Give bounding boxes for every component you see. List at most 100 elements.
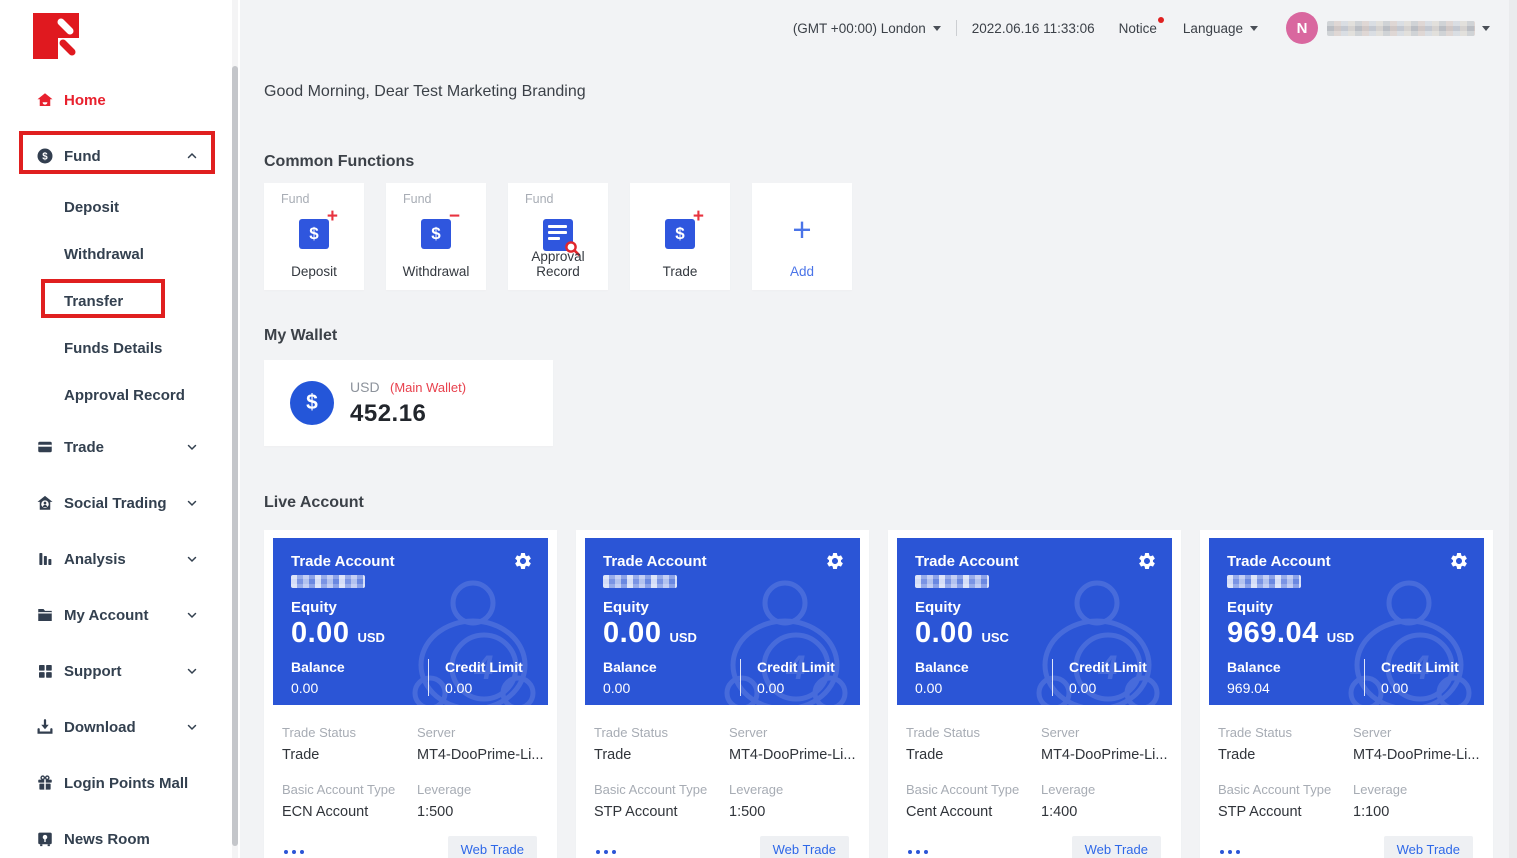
- timezone-selector[interactable]: (GMT +00:00) London: [793, 21, 941, 36]
- function-card-add[interactable]: + Add: [752, 183, 852, 290]
- page-scrollbar[interactable]: [1509, 0, 1517, 858]
- account-card: Trade Account Equity 0.00USC Balance0.00…: [888, 530, 1181, 858]
- equity-currency: USC: [981, 630, 1008, 645]
- credit-limit-label: Credit Limit: [1381, 659, 1459, 675]
- credit-limit-label: Credit Limit: [757, 659, 835, 675]
- account-type-value: ECN Account: [282, 804, 417, 820]
- language-selector[interactable]: Language: [1183, 21, 1258, 36]
- notice-button[interactable]: Notice: [1119, 21, 1157, 36]
- withdrawal-icon: $−: [421, 219, 451, 249]
- function-card-deposit[interactable]: Fund $+ Deposit: [264, 183, 364, 290]
- server-label: Server: [417, 725, 557, 740]
- sidebar-item-fund[interactable]: $ Fund: [0, 128, 232, 184]
- caret-down-icon: [1250, 26, 1258, 31]
- gear-icon[interactable]: [513, 551, 533, 571]
- news-room-icon: [36, 830, 54, 848]
- approval-record-icon: [543, 219, 573, 251]
- sidebar-item-download[interactable]: Download: [0, 699, 232, 755]
- gift-icon: [36, 774, 54, 792]
- trade-status-label: Trade Status: [594, 725, 729, 740]
- sidebar-item-withdrawal[interactable]: Withdrawal: [0, 231, 232, 278]
- account-number-redacted: [1227, 575, 1301, 588]
- equity-label: Equity: [603, 599, 860, 616]
- leverage-value: 1:500: [417, 804, 557, 820]
- notification-dot: [1158, 17, 1164, 23]
- avatar[interactable]: N: [1286, 12, 1318, 44]
- wallet-amount: 452.16: [350, 400, 466, 428]
- sidebar-item-home[interactable]: Home: [0, 72, 232, 128]
- sidebar-scrollbar[interactable]: [232, 0, 238, 858]
- function-card-label: Add: [752, 264, 852, 279]
- sidebar-item-deposit[interactable]: Deposit: [0, 184, 232, 231]
- deposit-icon: $+: [299, 219, 329, 249]
- house-person-icon: [36, 494, 54, 512]
- server-value: MT4-DooPrime-Li...: [729, 747, 869, 763]
- sidebar-item-my-account[interactable]: My Account: [0, 587, 232, 643]
- sidebar-item-login-points-mall[interactable]: Login Points Mall: [0, 755, 232, 811]
- plus-mark-icon: +: [693, 207, 704, 226]
- sidebar-item-support[interactable]: Support: [0, 643, 232, 699]
- server-label: Server: [729, 725, 869, 740]
- more-actions-button[interactable]: [1220, 846, 1240, 854]
- gear-icon[interactable]: [825, 551, 845, 571]
- sidebar-item-social-trading[interactable]: Social Trading: [0, 475, 232, 531]
- function-card-label: Deposit: [264, 264, 364, 279]
- sidebar-item-trade[interactable]: Trade: [0, 419, 232, 475]
- function-card-tag: Fund: [281, 192, 310, 206]
- common-functions-row: Fund $+ Deposit Fund $− Withdrawal Fund …: [264, 183, 852, 290]
- leverage-value: 1:100: [1353, 804, 1493, 820]
- balance-label: Balance: [291, 659, 428, 675]
- download-icon: [36, 718, 54, 736]
- account-card-header: Trade Account Equity 969.04USD Balance96…: [1209, 538, 1484, 705]
- leverage-value: 1:400: [1041, 804, 1181, 820]
- gear-icon[interactable]: [1449, 551, 1469, 571]
- account-number-redacted: [603, 575, 677, 588]
- balance-label: Balance: [915, 659, 1052, 675]
- brand-logo-icon[interactable]: [33, 13, 79, 59]
- balance-value: 0.00: [291, 680, 428, 696]
- trade-status-label: Trade Status: [1218, 725, 1353, 740]
- caret-down-icon[interactable]: [1482, 26, 1490, 31]
- sidebar-item-approval-record[interactable]: Approval Record: [0, 372, 232, 419]
- sidebar-item-label: My Account: [64, 607, 148, 624]
- account-type-label: Basic Account Type: [594, 782, 729, 797]
- server-value: MT4-DooPrime-Li...: [417, 747, 557, 763]
- web-trade-button[interactable]: Web Trade: [760, 836, 849, 858]
- minus-mark-icon: −: [449, 207, 460, 226]
- equity-value: 0.00: [291, 617, 349, 650]
- function-card-tag: Fund: [403, 192, 432, 206]
- sidebar: Home $ Fund Deposit Withdrawal Transfer …: [0, 0, 240, 858]
- sidebar-item-transfer[interactable]: Transfer: [0, 278, 232, 325]
- account-title: Trade Account: [603, 553, 860, 570]
- more-actions-button[interactable]: [596, 846, 616, 854]
- gear-icon[interactable]: [1137, 551, 1157, 571]
- wallet-card-icon: [36, 438, 54, 456]
- sidebar-item-label: Home: [64, 92, 106, 109]
- fund-dollar-icon: $: [36, 147, 54, 165]
- sidebar-item-funds-details[interactable]: Funds Details: [0, 325, 232, 372]
- leverage-label: Leverage: [1041, 782, 1181, 797]
- web-trade-button[interactable]: Web Trade: [1384, 836, 1473, 858]
- equity-value: 0.00: [603, 617, 661, 650]
- web-trade-button[interactable]: Web Trade: [1072, 836, 1161, 858]
- more-actions-button[interactable]: [284, 846, 304, 854]
- credit-limit-value: 0.00: [1381, 680, 1459, 696]
- more-actions-button[interactable]: [908, 846, 928, 854]
- function-card-trade[interactable]: $+ Trade: [630, 183, 730, 290]
- folder-icon: [36, 606, 54, 624]
- chevron-down-icon: [186, 497, 198, 509]
- section-title-common-functions: Common Functions: [264, 153, 414, 171]
- function-card-approval-record[interactable]: Fund Approval Record: [508, 183, 608, 290]
- leverage-label: Leverage: [417, 782, 557, 797]
- sidebar-item-analysis[interactable]: Analysis: [0, 531, 232, 587]
- sidebar-item-label: Social Trading: [64, 495, 167, 512]
- function-card-withdrawal[interactable]: Fund $− Withdrawal: [386, 183, 486, 290]
- sidebar-item-news-room[interactable]: News Room: [0, 811, 232, 858]
- equity-value: 0.00: [915, 617, 973, 650]
- trade-status-value: Trade: [594, 747, 729, 763]
- notice-label: Notice: [1119, 21, 1157, 36]
- sidebar-scrollbar-thumb[interactable]: [232, 66, 238, 846]
- balance-value: 0.00: [915, 680, 1052, 696]
- account-type-label: Basic Account Type: [282, 782, 417, 797]
- web-trade-button[interactable]: Web Trade: [448, 836, 537, 858]
